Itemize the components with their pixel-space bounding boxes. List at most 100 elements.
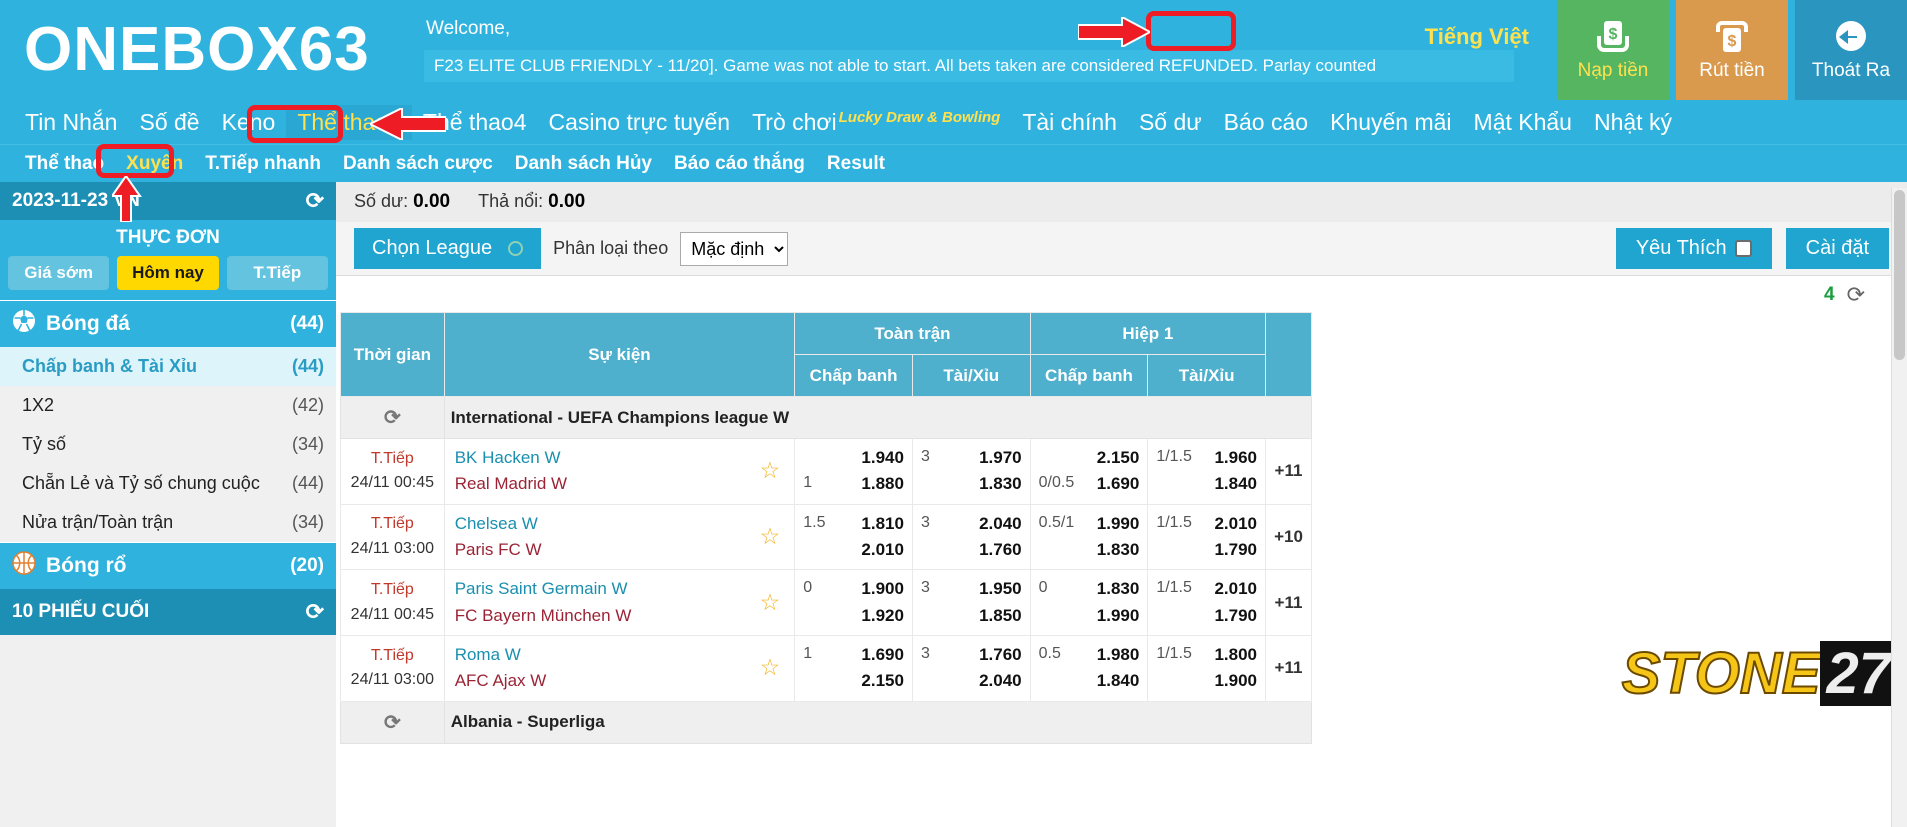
- h1-handicap-cell[interactable]: 2.150 0/0.5 1.690: [1029, 438, 1149, 505]
- language-button[interactable]: Tiếng Việt: [1415, 18, 1539, 56]
- refresh-icon[interactable]: ⟳: [306, 188, 324, 214]
- sidebar-item-0-2[interactable]: Tỷ số (34): [0, 425, 336, 464]
- odd-line: 1.850: [921, 603, 1022, 629]
- sidebar-tab-2[interactable]: T.Tiếp: [226, 256, 328, 290]
- app-header: ONEBOX63 Welcome, F23 ELITE CLUB FRIENDL…: [0, 0, 1907, 100]
- favorite-star-icon[interactable]: ☆: [760, 585, 781, 621]
- sidebar-item-0-3[interactable]: Chẵn Lẻ và Tỷ số chung cuộc (44): [0, 464, 336, 503]
- secondary-nav: Thể thao Xuyên T.Tiếp nhanh Danh sách cược D…: [0, 144, 1907, 182]
- odd-line: 1.830: [1039, 537, 1140, 563]
- home-team[interactable]: BK Hacken W: [455, 445, 785, 471]
- sort-select[interactable]: Mặc định: [680, 231, 789, 266]
- page-scrollbar[interactable]: [1891, 188, 1907, 827]
- sidebar-footer[interactable]: 10 PHIẾU CUỐI ⟳: [0, 589, 336, 635]
- nav-item-12[interactable]: Nhật ký: [1583, 105, 1683, 140]
- nav-item-6[interactable]: Trò chơi Lucky Draw & Bowling: [741, 105, 1011, 140]
- sidebar-item-0-1[interactable]: 1X2 (42): [0, 386, 336, 425]
- ft-over-under-cell[interactable]: 3 1.950 1.850: [911, 569, 1031, 637]
- subnav-item-3[interactable]: Danh sách cược: [332, 150, 504, 178]
- sidebar-sport-0[interactable]: Bóng đá (44): [0, 300, 336, 347]
- favorite-checkbox[interactable]: [1734, 240, 1752, 257]
- odd-value: 1.690: [1096, 474, 1140, 494]
- odd-line: 1/1.5 2.010: [1156, 576, 1257, 602]
- home-team[interactable]: Chelsea W: [455, 511, 785, 537]
- sidebar-item-label: Tỷ số: [22, 434, 67, 454]
- favorite-button[interactable]: Yêu Thích: [1615, 228, 1772, 269]
- odd-line: 3 1.970: [921, 445, 1022, 471]
- ft-handicap-cell[interactable]: 1.5 1.810 2.010: [794, 503, 913, 571]
- h1-over-under-cell[interactable]: 1/1.5 1.800 1.900: [1147, 635, 1267, 702]
- subnav-item-5[interactable]: Báo cáo thắng: [663, 150, 816, 178]
- odd-value: 2.040: [979, 513, 1022, 533]
- refresh-icon[interactable]: ⟳: [306, 599, 324, 625]
- nav-item-9[interactable]: Báo cáo: [1213, 105, 1319, 140]
- favorite-star-icon[interactable]: ☆: [760, 519, 781, 555]
- nav-item-0[interactable]: Tin Nhắn: [14, 105, 128, 140]
- h1-handicap-cell[interactable]: 0 1.830 1.990: [1029, 569, 1149, 637]
- favorite-star-icon[interactable]: ☆: [760, 454, 781, 490]
- sidebar-item-0-4[interactable]: Nửa trận/Toàn trận (34): [0, 503, 336, 542]
- nav-item-10[interactable]: Khuyến mãi: [1319, 105, 1462, 140]
- sidebar-sport-1[interactable]: Bóng rổ (20): [0, 542, 336, 589]
- withdraw-button[interactable]: $ Rút tiền: [1676, 0, 1788, 100]
- nav-item-5[interactable]: Casino trực tuyến: [538, 105, 742, 140]
- refresh-icon[interactable]: ⟳: [384, 407, 401, 429]
- nav-item-3[interactable]: Thể thao2: [286, 104, 412, 140]
- ft-handicap-cell[interactable]: 1 1.690 2.150: [794, 635, 913, 702]
- ft-over-under-cell[interactable]: 3 2.040 1.760: [911, 503, 1031, 571]
- odd-line: 2.150: [1039, 445, 1140, 471]
- subnav-item-4[interactable]: Danh sách Hủy: [504, 150, 663, 178]
- nav-item-8[interactable]: Số dư: [1128, 105, 1213, 140]
- subnav-item-2[interactable]: T.Tiếp nhanh: [194, 150, 332, 178]
- odd-value: 1.970: [979, 448, 1022, 467]
- refresh-icon[interactable]: ⟳: [384, 712, 401, 734]
- more-bets-cell[interactable]: +11: [1265, 438, 1312, 505]
- more-bets-cell[interactable]: +11: [1265, 569, 1312, 637]
- main-content: Số dư: 0.00 Thả nổi: 0.00 Chọn League Ph…: [336, 182, 1907, 827]
- logout-button[interactable]: Thoát Ra: [1795, 0, 1907, 100]
- away-team[interactable]: Real Madrid W: [455, 471, 785, 497]
- sidebar-item-label: 1X2: [22, 395, 55, 415]
- deposit-button[interactable]: $ Nạp tiền: [1557, 0, 1669, 100]
- h1-over-under-cell[interactable]: 1/1.5 2.010 1.790: [1147, 503, 1267, 571]
- nav-item-label: Thể thao2: [297, 108, 401, 135]
- scrollbar-thumb[interactable]: [1894, 190, 1905, 360]
- ft-handicap-cell[interactable]: 1.940 1 1.880: [794, 438, 913, 505]
- h1-handicap-cell[interactable]: 0.5/1 1.990 1.830: [1029, 503, 1149, 571]
- subnav-item-6[interactable]: Result: [816, 150, 896, 178]
- sidebar-tab-1[interactable]: Hôm nay: [117, 256, 219, 290]
- handicap-value: 3: [920, 513, 930, 531]
- odds-table: Thời gian Sự kiện Toàn trận Hiệp 1 Chấp …: [340, 312, 1313, 744]
- nav-item-7[interactable]: Tài chính: [1011, 105, 1128, 140]
- nav-item-11[interactable]: Mật Khẩu: [1463, 105, 1583, 140]
- refresh-icon[interactable]: ⟳: [1847, 282, 1865, 308]
- sidebar-tab-0[interactable]: Giá sớm: [8, 256, 110, 290]
- match-status: T.Tiếp: [370, 449, 414, 467]
- away-team[interactable]: Paris FC W: [455, 537, 785, 563]
- more-bets-cell[interactable]: +10: [1265, 503, 1312, 571]
- home-team[interactable]: Paris Saint Germain W: [455, 576, 785, 602]
- ft-over-under-cell[interactable]: 3 1.970 1.830: [911, 438, 1031, 505]
- home-team[interactable]: Roma W: [455, 642, 785, 668]
- h1-over-under-cell[interactable]: 1/1.5 1.960 1.840: [1147, 438, 1267, 505]
- away-team[interactable]: FC Bayern München W: [455, 603, 785, 629]
- settings-label: Cài đặt: [1805, 237, 1869, 259]
- favorite-star-icon[interactable]: ☆: [760, 651, 781, 687]
- sidebar-item-0-0[interactable]: Chấp banh & Tài Xỉu (44): [0, 347, 336, 386]
- settings-button[interactable]: Cài đặt: [1785, 228, 1889, 269]
- balance-value: 0.00: [413, 191, 451, 212]
- h1-over-under-cell[interactable]: 1/1.5 2.010 1.790: [1147, 569, 1267, 637]
- away-team[interactable]: AFC Ajax W: [455, 668, 785, 694]
- ft-handicap-cell[interactable]: 0 1.900 1.920: [794, 569, 913, 637]
- nav-item-2[interactable]: Keno: [211, 105, 287, 140]
- h1-handicap-cell[interactable]: 0.5 1.980 1.840: [1029, 635, 1149, 702]
- nav-item-4[interactable]: Thể thao4: [412, 105, 538, 140]
- ft-over-under-cell[interactable]: 3 1.760 2.040: [911, 635, 1031, 702]
- league-refresh-cell[interactable]: ⟳: [340, 396, 445, 439]
- more-bets-cell[interactable]: +11: [1265, 635, 1312, 702]
- select-league-button[interactable]: Chọn League: [354, 228, 542, 269]
- subnav-item-1[interactable]: Xuyên: [115, 150, 194, 178]
- league-refresh-cell[interactable]: ⟳: [340, 700, 445, 744]
- nav-item-1[interactable]: Số đề: [128, 105, 210, 140]
- subnav-item-0[interactable]: Thể thao: [14, 150, 115, 178]
